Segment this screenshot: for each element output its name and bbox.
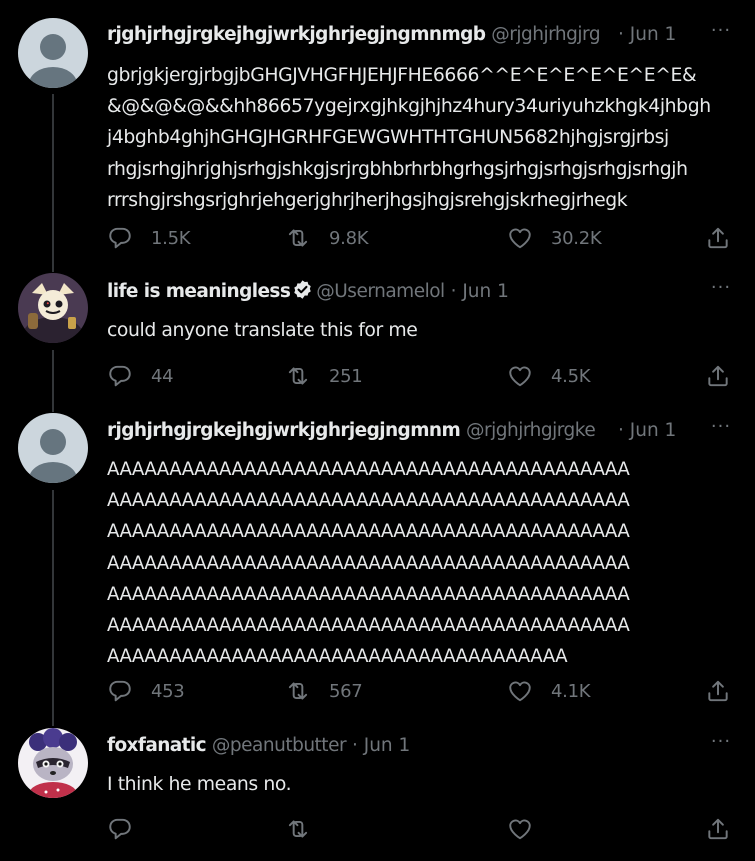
share-button[interactable] (705, 814, 731, 844)
retweet-button[interactable]: 9.8K (285, 223, 369, 253)
reply-count: 44 (151, 365, 174, 387)
tweet-header: rjghjrhgjrgkejhgjwrkjghrjegjngmnm @rjghj… (107, 418, 685, 444)
raccoon-avatar-icon (18, 728, 88, 798)
like-count: 4.5K (551, 365, 591, 387)
tweet-thread: rjghjrhgjrgkejhgjwrkjghrjegjngmnmgb @rjg… (0, 0, 755, 861)
avatar[interactable] (18, 728, 88, 798)
user-handle[interactable]: @Usernamelol (316, 281, 445, 302)
retweet-button[interactable]: 567 (285, 676, 363, 706)
like-count: 30.2K (551, 227, 602, 249)
separator-dot: · (450, 281, 457, 302)
reply-button[interactable]: 44 (107, 361, 174, 391)
tweet-header: rjghjrhgjrgkejhgjwrkjghrjegjngmnmgb @rjg… (107, 22, 685, 48)
more-icon[interactable]: ··· (707, 733, 735, 759)
like-icon (509, 228, 531, 249)
tweet-date[interactable]: Jun 1 (364, 735, 411, 756)
retweet-icon (288, 229, 308, 247)
like-button[interactable]: 30.2K (507, 223, 602, 253)
retweet-button[interactable] (285, 814, 311, 844)
tweet-header: life is meaningless @Usernamelol · Jun 1 (107, 279, 685, 305)
reply-count: 1.5K (151, 227, 191, 249)
verified-badge-icon (294, 280, 311, 299)
reply-icon (109, 365, 131, 387)
more-icon[interactable]: ··· (707, 22, 735, 48)
retweet-count: 251 (329, 365, 363, 387)
retweet-icon (288, 682, 308, 700)
reply-icon (109, 680, 131, 702)
tweet-date[interactable]: Jun 1 (462, 281, 509, 302)
avatar[interactable] (18, 273, 88, 343)
tweet-text: AAAAAAAAAAAAAAAAAAAAAAAAAAAAAAAAAAAAAAAA… (107, 459, 630, 668)
default-avatar-icon (18, 18, 88, 88)
like-count: 4.1K (551, 680, 591, 702)
tweet-actions: 453 567 4.1K (107, 676, 737, 706)
share-button[interactable] (705, 361, 731, 391)
separator-dot: · (618, 420, 630, 441)
tweet-date[interactable]: Jun 1 (630, 24, 677, 45)
retweet-count: 9.8K (329, 227, 369, 249)
share-icon (708, 680, 728, 702)
tweet-text: gbrjgkjergjrbgjbGHGJVHGFHJEHJFHE6666^^E^… (107, 65, 711, 211)
reply-count: 453 (151, 680, 185, 702)
user-handle[interactable]: @peanutbutter (212, 735, 347, 756)
tweet-text: could anyone translate this for me (107, 320, 418, 341)
share-icon (708, 365, 728, 387)
user-handle[interactable]: @rjghjrhgjrgke (466, 420, 596, 441)
retweet-icon (288, 367, 308, 385)
more-icon[interactable]: ··· (707, 418, 735, 444)
avatar[interactable] (18, 18, 88, 88)
share-button[interactable] (705, 223, 731, 253)
thread-line (52, 350, 54, 412)
like-icon (509, 681, 531, 702)
avatar[interactable] (18, 413, 88, 483)
display-name[interactable]: foxfanatic (107, 735, 207, 756)
reply-button[interactable]: 453 (107, 676, 185, 706)
reply-button[interactable]: 1.5K (107, 223, 191, 253)
like-icon (509, 366, 531, 387)
tweet-actions: 44 251 4.5K (107, 361, 737, 391)
share-icon (708, 227, 728, 249)
reply-icon (109, 227, 131, 249)
display-name[interactable]: rjghjrhgjrgkejhgjwrkjghrjegjngmnmgb (107, 24, 486, 45)
user-handle[interactable]: @rjghjrhgjrg (491, 24, 600, 45)
tweet-date-wrap: · Jun 1 (614, 418, 677, 444)
tweet-actions (107, 814, 737, 844)
default-avatar-icon (18, 413, 88, 483)
more-icon[interactable]: ··· (707, 279, 735, 305)
character-avatar-icon (18, 273, 88, 343)
display-name[interactable]: rjghjrhgjrgkejhgjwrkjghrjegjngmnm (107, 420, 461, 441)
retweet-icon (288, 820, 308, 838)
share-icon (708, 818, 728, 840)
thread-line (52, 94, 54, 272)
like-icon (509, 819, 531, 840)
share-button[interactable] (705, 676, 731, 706)
like-button[interactable]: 4.5K (507, 361, 591, 391)
thread-line (52, 490, 54, 726)
tweet-header: foxfanatic @peanutbutter · Jun 1 (107, 733, 685, 759)
tweet-text: I think he means no. (107, 774, 292, 795)
tweet-date-wrap: · Jun 1 (614, 22, 677, 48)
reply-button[interactable] (107, 814, 133, 844)
display-name[interactable]: life is meaningless (107, 281, 291, 302)
retweet-button[interactable]: 251 (285, 361, 363, 391)
like-button[interactable]: 4.1K (507, 676, 591, 706)
reply-icon (109, 818, 131, 840)
separator-dot: · (618, 24, 630, 45)
tweet-actions: 1.5K 9.8K 30.2K (107, 223, 737, 253)
tweet-date[interactable]: Jun 1 (630, 420, 677, 441)
separator-dot: · (351, 735, 358, 756)
like-button[interactable] (507, 814, 533, 844)
retweet-count: 567 (329, 680, 363, 702)
